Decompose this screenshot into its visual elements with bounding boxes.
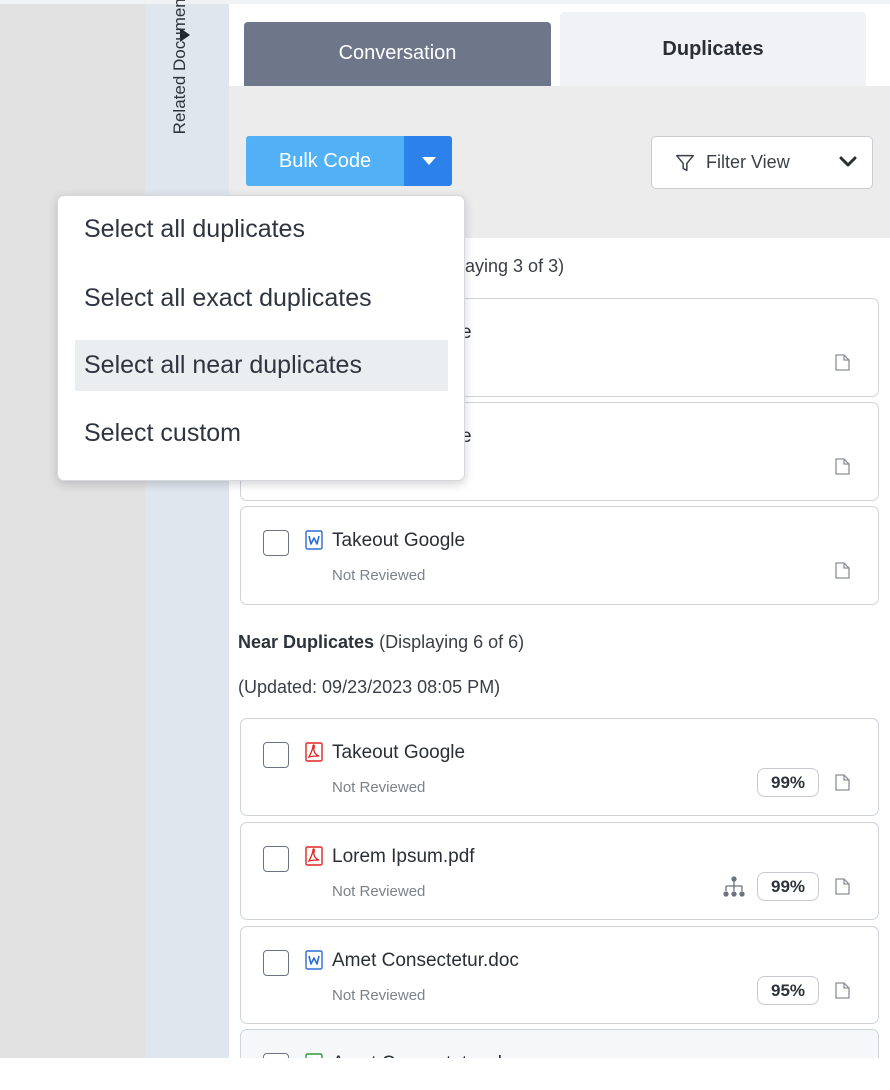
- review-status: Not Reviewed: [332, 883, 426, 900]
- bulk-code-dropdown-toggle[interactable]: [404, 136, 452, 186]
- select-checkbox[interactable]: [263, 846, 289, 872]
- word-icon: [305, 530, 323, 550]
- select-checkbox[interactable]: [263, 950, 289, 976]
- hierarchy-icon[interactable]: [722, 875, 746, 899]
- near-duplicates-heading: Near Duplicates (Displaying 6 of 6): [238, 632, 524, 653]
- bottom-edge: [0, 1058, 890, 1090]
- copy-icon[interactable]: [834, 561, 851, 580]
- funnel-icon: [676, 154, 694, 172]
- similarity-badge: 95%: [757, 976, 819, 1005]
- review-status: Not Reviewed: [332, 567, 426, 584]
- chevron-down-icon: [839, 156, 857, 167]
- doc-name[interactable]: Lorem Ipsum.pdf: [332, 846, 475, 868]
- pdf-icon: [305, 742, 323, 762]
- bulk-code-menu: Select all duplicates Select all exact d…: [57, 195, 465, 481]
- left-background: [0, 4, 145, 1058]
- bulk-code-button[interactable]: Bulk Code: [246, 136, 404, 186]
- tab-conversation[interactable]: Conversation: [244, 22, 551, 86]
- select-checkbox[interactable]: [263, 742, 289, 768]
- select-checkbox[interactable]: [263, 530, 289, 556]
- near-duplicates-updated: (Updated: 09/23/2023 08:05 PM): [238, 677, 501, 697]
- similarity-badge: 99%: [757, 872, 819, 901]
- related-documents-label[interactable]: Related Documents: [170, 0, 190, 195]
- caret-down-icon: [422, 157, 436, 165]
- pdf-icon: [305, 846, 323, 866]
- exact-duplicates-count: playing 3 of 3): [451, 256, 565, 276]
- review-status: Not Reviewed: [332, 987, 426, 1004]
- similarity-badge: 99%: [757, 768, 819, 797]
- menu-item-select-all-duplicates[interactable]: Select all duplicates: [75, 204, 448, 255]
- menu-item-select-all-near-duplicates[interactable]: Select all near duplicates: [75, 340, 448, 391]
- copy-icon[interactable]: [834, 877, 851, 896]
- exact-duplicate-card-3[interactable]: Takeout Google Not Reviewed: [240, 506, 879, 605]
- review-status: Not Reviewed: [332, 779, 426, 796]
- doc-name[interactable]: Amet Consectetur.doc: [332, 950, 519, 972]
- filter-view-button[interactable]: Filter View: [651, 136, 873, 189]
- copy-icon[interactable]: [834, 773, 851, 792]
- word-icon: [305, 950, 323, 970]
- near-duplicates-title: Near Duplicates: [238, 632, 375, 652]
- near-duplicate-card-1[interactable]: Takeout Google Not Reviewed 99%: [240, 718, 879, 816]
- near-duplicates-count: (Displaying 6 of 6): [379, 632, 525, 652]
- menu-item-select-custom[interactable]: Select custom: [75, 408, 448, 459]
- copy-icon[interactable]: [834, 981, 851, 1000]
- copy-icon[interactable]: [834, 353, 851, 372]
- filter-view-label: Filter View: [706, 152, 790, 172]
- copy-icon[interactable]: [834, 457, 851, 476]
- near-duplicate-card-2[interactable]: Lorem Ipsum.pdf Not Reviewed 99%: [240, 822, 879, 920]
- near-duplicate-card-3[interactable]: Amet Consectetur.doc Not Reviewed 95%: [240, 926, 879, 1024]
- doc-name[interactable]: Takeout Google: [332, 530, 465, 552]
- tab-duplicates[interactable]: Duplicates: [560, 12, 866, 86]
- doc-name[interactable]: Takeout Google: [332, 742, 465, 764]
- menu-item-select-all-exact-duplicates[interactable]: Select all exact duplicates: [75, 273, 448, 324]
